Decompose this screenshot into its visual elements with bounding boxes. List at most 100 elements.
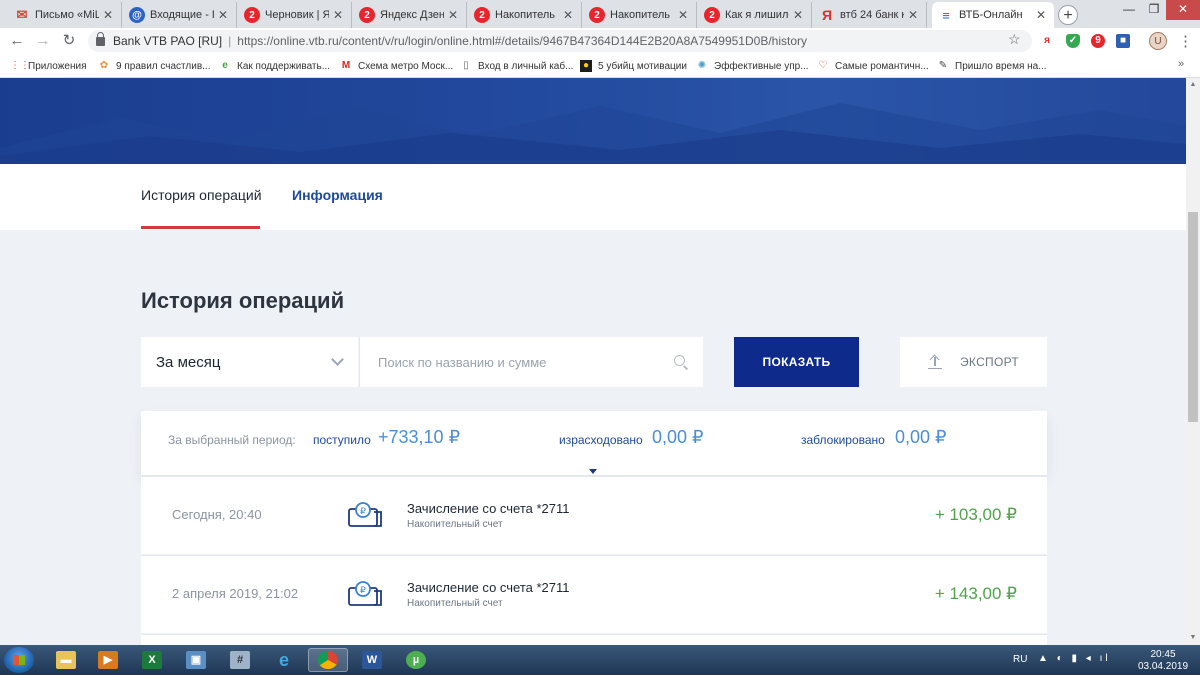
header-banner — [0, 78, 1186, 164]
profile-avatar[interactable]: U — [1149, 32, 1167, 50]
minimize-button[interactable]: — — [1116, 0, 1142, 20]
clock-date: 03.04.2019 — [1137, 661, 1189, 672]
search-icon[interactable] — [674, 355, 685, 366]
operation-row[interactable]: 2 апреля 2019, 21:02 ₽ Зачисление со сче… — [141, 555, 1047, 633]
bookmark-item[interactable]: e Как поддерживать... — [219, 58, 330, 74]
taskbar-chrome[interactable] — [308, 648, 348, 672]
browser-tab[interactable]: ✉ Письмо «MiLa ✕ — [8, 2, 122, 28]
scroll-down-arrow-icon[interactable]: ▼ — [1186, 631, 1200, 645]
search-input[interactable] — [378, 352, 668, 372]
maximize-button[interactable]: ❐ — [1142, 0, 1166, 20]
browser-tab-active[interactable]: ≡ ВТБ-Онлайн ✕ — [932, 2, 1054, 28]
clock-time: 20:45 — [1150, 649, 1176, 660]
e-icon: e — [222, 60, 228, 71]
bookmark-label: Вход в личный каб... — [478, 60, 574, 72]
bookmark-item[interactable]: ✺ Эффективные упр... — [696, 58, 809, 74]
close-icon[interactable]: ✕ — [1036, 8, 1048, 22]
scrollbar-thumb[interactable] — [1188, 212, 1198, 422]
taskbar-excel[interactable]: X — [132, 648, 172, 672]
bookmark-item[interactable]: ✿ 9 правил счастлив... — [98, 58, 211, 74]
summary-label: За выбранный период: — [168, 433, 296, 447]
browser-tab[interactable]: @ Входящие - По ✕ — [123, 2, 237, 28]
scroll-up-arrow-icon[interactable]: ▲ — [1186, 78, 1200, 92]
close-icon[interactable]: ✕ — [448, 8, 460, 22]
browser-tab[interactable]: 2 Черновик | Янд ✕ — [238, 2, 352, 28]
back-arrow-icon[interactable]: ← — [8, 32, 26, 50]
browser-tab[interactable]: 2 Как я лишился ✕ — [698, 2, 812, 28]
gmail-icon: ✉ — [16, 7, 28, 22]
more-menu-icon[interactable]: ⋮ — [1178, 32, 1193, 50]
browser-tab-title: Письмо «MiLa — [35, 9, 99, 21]
taskbar-explorer[interactable]: ▬ — [46, 648, 86, 672]
ruble-transfer-icon: ₽ — [348, 502, 382, 527]
close-icon[interactable]: ✕ — [103, 8, 115, 22]
bookmark-item[interactable]: ▯ Вход в личный каб... — [460, 58, 573, 74]
bookmark-item[interactable]: ● 5 убийц мотивации — [580, 58, 687, 74]
page-title: История операций — [141, 288, 345, 313]
url-separator: | — [228, 34, 232, 48]
bookmark-item[interactable]: ⋮⋮ Приложения — [10, 58, 87, 74]
new-tab-button[interactable]: + — [1058, 5, 1078, 25]
taskbar-media-player[interactable]: ▶ — [88, 648, 128, 672]
hive-icon: ✺ — [697, 60, 707, 71]
start-button[interactable] — [4, 647, 34, 673]
show-button[interactable]: ПОКАЗАТЬ — [734, 337, 859, 387]
bookmark-label: Как поддерживать... — [237, 60, 331, 72]
bookmark-star-icon[interactable]: ☆ — [1008, 31, 1021, 48]
operation-title: Зачисление со счета *2711 — [407, 580, 570, 595]
browser-tab-strip: ✉ Письмо «MiLa ✕ @ Входящие - По ✕ 2 Чер… — [0, 0, 1200, 28]
taskbar-clock[interactable]: 20:45 03.04.2019 — [1137, 649, 1189, 673]
browser-tab-title: ВТБ-Онлайн — [959, 9, 1023, 21]
lock-icon — [96, 31, 105, 46]
close-icon[interactable]: ✕ — [793, 8, 805, 22]
bookmark-item[interactable]: ✎ Пришло время на... — [937, 58, 1047, 74]
period-select[interactable]: За месяц — [141, 337, 358, 387]
shield-extension-icon[interactable]: ✓ — [1066, 34, 1080, 48]
bookmark-item[interactable]: M Схема метро Моск... — [340, 58, 453, 74]
taskbar-word[interactable]: W — [352, 648, 392, 672]
taskbar-network[interactable]: ▣ — [176, 648, 216, 672]
export-button[interactable]: ЭКСПОРТ — [900, 337, 1047, 387]
keyboard-language[interactable]: RU — [1013, 654, 1027, 665]
operation-row[interactable]: Сегодня, 20:40 ₽ Зачисление со счета *27… — [141, 476, 1047, 554]
browser-tab[interactable]: 2 Яндекс Дзен — ✕ — [353, 2, 467, 28]
browser-tab[interactable]: 2 Накопитель | Я ✕ — [468, 2, 582, 28]
reload-icon[interactable]: ↻ — [60, 32, 78, 50]
blocked-label: заблокировано — [801, 433, 885, 447]
close-icon[interactable]: ✕ — [333, 8, 345, 22]
excel-icon: X — [142, 651, 162, 669]
bookmark-label: Пришло время на... — [955, 60, 1047, 72]
bookmarks-overflow-icon[interactable]: » — [1178, 58, 1184, 70]
operation-subtitle: Накопительный счет — [407, 519, 503, 530]
mail-icon: @ — [129, 7, 145, 23]
page-scrollbar[interactable]: ▲ ▼ — [1186, 78, 1200, 645]
system-tray-icons[interactable]: ▲ ◐ ▮ ◂ ıl — [1038, 653, 1111, 664]
address-bar[interactable]: Bank VTB PAO [RU] | https://online.vtb.r… — [88, 30, 1032, 52]
window-close-button[interactable]: ✕ — [1166, 0, 1200, 20]
close-icon[interactable]: ✕ — [908, 8, 920, 22]
taskbar-internet-explorer[interactable]: e — [264, 648, 304, 672]
chrome-icon — [318, 651, 338, 669]
browser-tab[interactable]: 2 Накопитель | Я ✕ — [583, 2, 697, 28]
operation-row-partial[interactable] — [141, 634, 1047, 645]
blocked-value: 0,00 ₽ — [895, 427, 947, 447]
forward-arrow-icon[interactable]: → — [34, 32, 52, 50]
bookmark-extension-icon[interactable]: ■ — [1116, 34, 1130, 48]
taskbar-calculator[interactable]: # — [220, 648, 260, 672]
bookmarks-bar: ⋮⋮ Приложения ✿ 9 правил счастлив... e К… — [0, 54, 1200, 78]
expand-triangle-icon[interactable] — [589, 469, 597, 474]
close-icon[interactable]: ✕ — [678, 8, 690, 22]
browser-tab[interactable]: Я втб 24 банк кл ✕ — [813, 2, 927, 28]
bookmark-label: Приложения — [28, 60, 87, 72]
counter-extension-icon[interactable]: 9 — [1091, 34, 1105, 48]
close-icon[interactable]: ✕ — [563, 8, 575, 22]
tab-history[interactable]: История операций — [141, 187, 262, 203]
close-icon[interactable]: ✕ — [218, 8, 230, 22]
taskbar-utorrent[interactable]: µ — [396, 648, 436, 672]
bookmark-label: 5 убийц мотивации — [598, 60, 687, 72]
tab-information[interactable]: Информация — [292, 187, 383, 203]
operation-title: Зачисление со счета *2711 — [407, 501, 570, 516]
yandex-extension-icon[interactable]: я — [1040, 34, 1054, 48]
bookmark-item[interactable]: ♡ Самые романтичн... — [817, 58, 929, 74]
page-tabs: История операций Информация — [0, 164, 1186, 230]
